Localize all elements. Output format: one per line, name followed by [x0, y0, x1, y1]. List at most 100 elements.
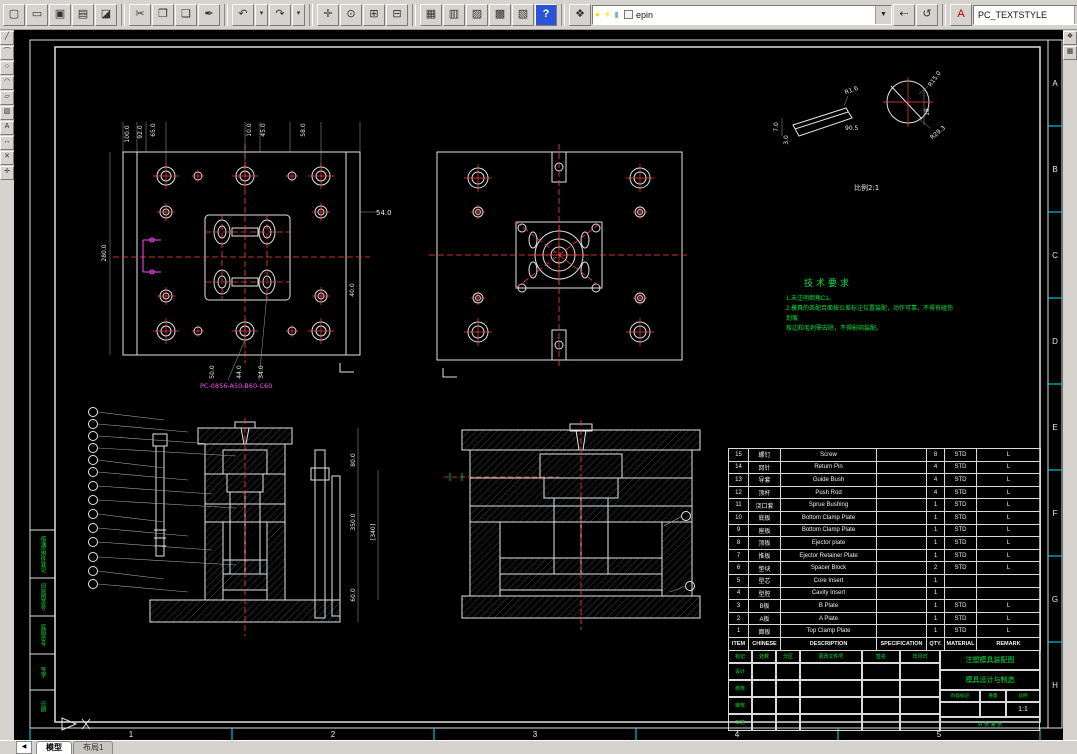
dim-text: 350.0	[350, 513, 357, 530]
rev-label: 分区	[776, 650, 800, 663]
bom-row: 5 型芯 Core Insert 1	[728, 573, 1041, 588]
frame-label: 日期	[39, 700, 46, 712]
open-icon[interactable]: ▭	[26, 3, 48, 26]
dim-text: R1.6	[844, 85, 859, 96]
plot-preview-icon[interactable]: ◪	[95, 3, 117, 26]
bom-row: 7 推板 Ejector Retainer Plate 1 STD L	[728, 548, 1041, 563]
rectangle-tool-icon[interactable]: ▱	[0, 91, 14, 105]
scale-value: 1:1	[1006, 702, 1040, 717]
rev-label: 更改文件号	[800, 650, 862, 663]
make-object-layer-current-icon[interactable]: ⇠	[893, 3, 915, 26]
dim-text: 44.0	[236, 365, 243, 379]
mold-code-text: PC-0856-A50-B60-C60	[200, 382, 272, 390]
arc-tool-icon[interactable]: ◠	[0, 76, 14, 90]
copy-icon[interactable]: ❐	[152, 3, 174, 26]
dim-lines-view1	[109, 122, 379, 381]
layer-combo-arrow-icon[interactable]: ▼	[875, 5, 891, 24]
dim-text: 90.5	[845, 125, 859, 132]
dim-text: [340]	[370, 524, 377, 540]
layer-lock-icon: ▮	[614, 10, 619, 19]
pan-icon[interactable]: ✛	[317, 3, 339, 26]
frame-label: 旧底图总号	[39, 583, 46, 611]
textstyle-combobox[interactable]: PC_TEXTSTYLE ▼	[973, 4, 1077, 25]
dim-text: 80.0	[350, 453, 357, 467]
toolbar-separator	[561, 3, 565, 26]
line-tool-icon[interactable]: ╱	[0, 31, 14, 45]
undo-icon[interactable]: ↶	[232, 3, 254, 26]
help-icon[interactable]: ?	[535, 3, 557, 26]
zoom-realtime-icon[interactable]: ⊙	[340, 3, 362, 26]
bom-row: 13 导套 Guide Bush 4 STD L	[728, 473, 1041, 487]
bom-row: 12 顶杆 Push Rod 4 STD L	[728, 485, 1041, 500]
dim-text: 3.0	[783, 135, 790, 145]
technical-requirements: 技术要求 1.未注明倒角C1。 2.模具的各配合面按公差标注位置装配，动作可靠，…	[786, 276, 956, 334]
dim-text: 34.0	[258, 365, 265, 379]
layer-freeze-sun-icon: ✳	[603, 10, 611, 19]
plot-icon[interactable]: ▤	[72, 3, 94, 26]
object-snap-icon[interactable]: ▦	[1063, 46, 1077, 60]
toolbar-separator	[121, 3, 125, 26]
frame-label: 借(通)用件登记	[39, 535, 46, 573]
move-tool-icon[interactable]: ✛	[0, 166, 14, 180]
dim-text: 7.0	[773, 122, 780, 132]
layer-combobox[interactable]: ● ✳ ▮ epin ▼	[592, 4, 892, 25]
detail-scale-note: 比例2:1	[854, 183, 879, 192]
centerlines-view1	[113, 144, 370, 363]
layers-dialog-icon[interactable]: ❖	[569, 3, 591, 26]
current-textstyle-name: PC_TEXTSTYLE	[978, 9, 1048, 20]
dim-text: 60.0	[350, 588, 357, 602]
new-icon[interactable]: ▢	[3, 3, 25, 26]
redo-dropdown-icon[interactable]: ▾	[292, 3, 305, 26]
layer-on-bulb-icon: ●	[595, 10, 600, 19]
bom-row: 14 回针 Return Pin 4 STD L	[728, 460, 1041, 475]
cad-application-window: ▢ ▭ ▣ ▤ ◪ ✂ ❐ ❏ ✒ ↶ ▾ ↷ ▾ ✛ ⊙ ⊞ ⊟ ▦ ▥ ▨ …	[0, 0, 1077, 754]
zone-letter: G	[1051, 594, 1059, 604]
draw-order-icon[interactable]: ❖	[1063, 31, 1077, 45]
weight-label: 重量	[980, 690, 1006, 702]
zone-letter: F	[1052, 508, 1058, 518]
hatch-tool-icon[interactable]: ▨	[0, 106, 14, 120]
tab-layout1[interactable]: 布局1	[73, 741, 114, 754]
paste-icon[interactable]: ❏	[175, 3, 197, 26]
zoom-previous-icon[interactable]: ⊟	[386, 3, 408, 26]
erase-tool-icon[interactable]: ✕	[0, 151, 14, 165]
drawing-title: 注塑模具装配图	[940, 650, 1040, 670]
polyline-tool-icon[interactable]: ⌒	[0, 46, 14, 60]
save-icon[interactable]: ▣	[49, 3, 71, 26]
bom-row: 2 A板 A Plate 1 STD L	[728, 611, 1041, 626]
layer-manager-icon[interactable]: ▦	[420, 3, 442, 26]
layer-color-swatch	[623, 10, 633, 19]
toolbar-separator	[942, 3, 946, 26]
drawing-canvas[interactable]: 100.0 92.0 65.0 10.0 45.0 58.0 280.0 54.…	[14, 30, 1063, 741]
bom-row: 10 底板 Bottom Clamp Plate 1 STD L	[728, 510, 1041, 525]
tech-title: 技术要求	[804, 278, 853, 288]
layer-previous-icon[interactable]: ↺	[916, 3, 938, 26]
runner-magenta	[142, 237, 161, 275]
main-toolbar: ▢ ▭ ▣ ▤ ◪ ✂ ❐ ❏ ✒ ↶ ▾ ↷ ▾ ✛ ⊙ ⊞ ⊟ ▦ ▥ ▨ …	[0, 0, 1077, 30]
zoom-window-icon[interactable]: ⊞	[363, 3, 385, 26]
circle-tool-icon[interactable]: ○	[0, 61, 14, 75]
match-properties-icon[interactable]: ✒	[198, 3, 220, 26]
tab-scroll-icon[interactable]: ◀	[16, 741, 32, 754]
text-tool-icon[interactable]: A	[0, 121, 14, 135]
redo-icon[interactable]: ↷	[269, 3, 291, 26]
dim-text: 54.0	[376, 209, 392, 217]
dim-text: 100.0	[124, 125, 131, 142]
dim-text: 92.0	[137, 125, 144, 139]
dimension-tool-icon[interactable]: ↔	[0, 136, 14, 150]
bom-row: 6 垫块 Spacer Block 2 STD L	[728, 561, 1041, 575]
toolbar-separator	[224, 3, 228, 26]
undo-dropdown-icon[interactable]: ▾	[255, 3, 268, 26]
cut-icon[interactable]: ✂	[129, 3, 151, 26]
text-style-icon[interactable]: A	[950, 3, 972, 26]
markup-icon[interactable]: ▧	[512, 3, 534, 26]
designcenter-icon[interactable]: ▨	[466, 3, 488, 26]
draw-toolbar: ╱ ⌒ ○ ◠ ▱ ▨ A ↔ ✕ ✛	[0, 30, 15, 741]
layout-tab-bar: ◀ 模型 布局1	[0, 740, 1077, 754]
sign-label: 审核	[728, 697, 752, 714]
bom-table: 15 螺钉 Screw 8 STD L 14 回针 Return Pin 4 STD L 13 导套 Gui…	[728, 448, 1041, 651]
sheetset-icon[interactable]: ▩	[489, 3, 511, 26]
scale-label: 比例	[1006, 690, 1040, 702]
tab-model[interactable]: 模型	[36, 741, 72, 754]
properties-palette-icon[interactable]: ▥	[443, 3, 465, 26]
